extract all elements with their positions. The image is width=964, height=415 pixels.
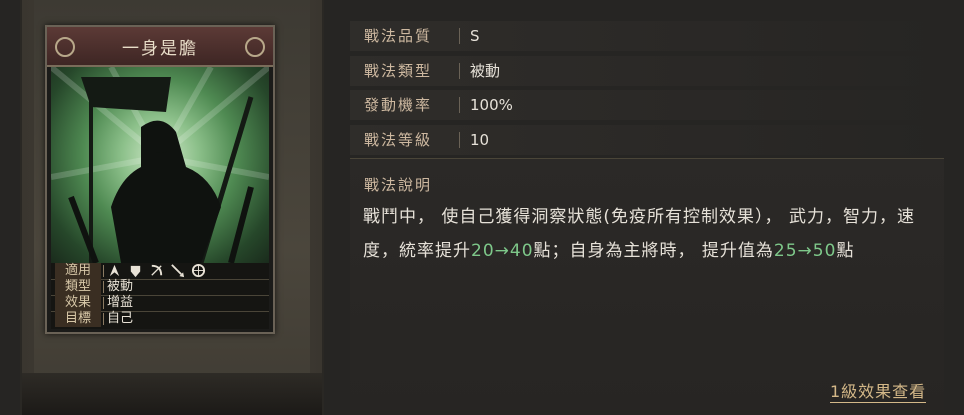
- bow-icon: [151, 264, 163, 276]
- level-1-effect-link[interactable]: 1級效果查看: [830, 378, 927, 403]
- description-segment: 點: [836, 241, 855, 261]
- attr-key: 發動機率: [364, 96, 433, 114]
- stat-value: 自己: [107, 311, 134, 326]
- stat-row-applicable: 適用: [51, 263, 269, 280]
- ornament-icon: [55, 37, 75, 57]
- stat-key: 類型: [55, 279, 101, 295]
- description-panel: [350, 158, 944, 411]
- attr-row-type: 戰法類型 被動: [350, 56, 944, 86]
- stat-row-target: 目標 自己: [51, 311, 269, 327]
- attr-value: 100%: [470, 96, 513, 114]
- stat-key: 適用: [55, 263, 101, 279]
- stat-key: 目標: [55, 311, 101, 327]
- card-title: 一身是膽: [122, 38, 198, 59]
- warrior-silhouette-icon: [51, 67, 269, 263]
- attr-value: S: [470, 27, 480, 45]
- spear-icon: [171, 264, 185, 278]
- ornament-icon: [245, 37, 265, 57]
- stat-value: 被動: [107, 279, 134, 294]
- attr-row-level: 戰法等級 10: [350, 125, 944, 155]
- highlight-number: 25→50: [773, 241, 837, 261]
- stat-row-type: 類型 被動: [51, 279, 269, 296]
- attr-row-probability: 發動機率 100%: [350, 90, 944, 120]
- attr-key: 戰法品質: [364, 27, 433, 45]
- description-text: 戰鬥中， 使自己獲得洞察狀態(免疫所有控制效果）， 武力，智力，速度，統率提升2…: [363, 200, 948, 268]
- wheel-icon: [191, 263, 206, 278]
- stat-row-effect: 效果 增益: [51, 295, 269, 312]
- attr-value: 10: [470, 131, 490, 149]
- attr-row-quality: 戰法品質 S: [350, 21, 944, 51]
- description-segment: 點；自身為主將時， 提升值為: [533, 241, 774, 261]
- attr-key: 戰法類型: [364, 62, 433, 80]
- troop-type-icons: [107, 263, 206, 279]
- tactic-artwork: [51, 67, 269, 263]
- stat-value: 增益: [107, 295, 134, 310]
- highlight-number: 20→40: [471, 241, 534, 261]
- description-title: 戰法說明: [364, 176, 433, 194]
- card-stats: 適用 類型 被動 效果 增益 目標 自己: [51, 263, 269, 329]
- scroll-rod: [22, 373, 322, 415]
- shield-icon: [130, 265, 141, 278]
- attr-key: 戰法等級: [364, 131, 433, 149]
- card-title-bar: 一身是膽: [47, 27, 273, 67]
- tactic-card: 一身是膽 適用 類型 被動 效果 增益 目標 自己: [45, 25, 275, 334]
- stat-key: 效果: [55, 295, 101, 311]
- cavalry-icon: [109, 264, 120, 277]
- attr-value: 被動: [470, 62, 501, 80]
